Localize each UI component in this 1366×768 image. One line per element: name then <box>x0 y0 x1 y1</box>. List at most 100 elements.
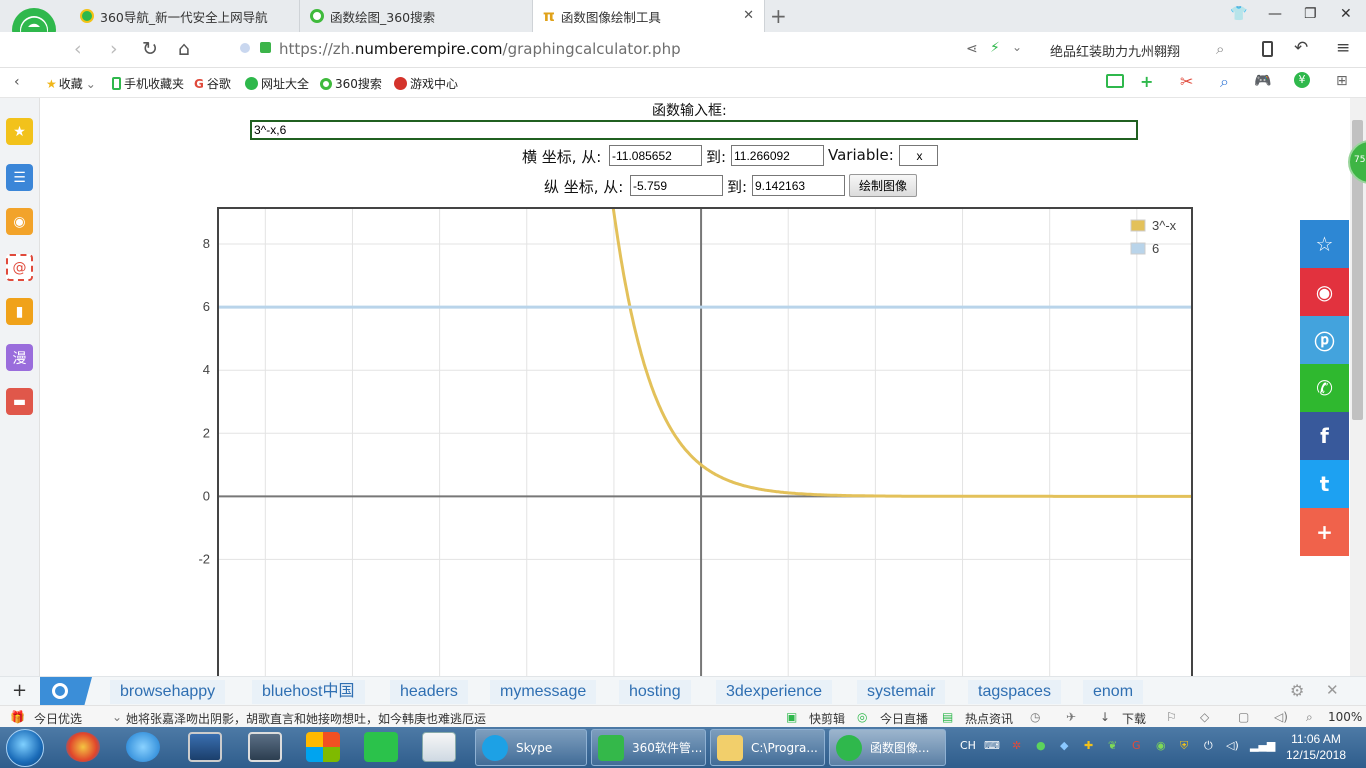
quick-link[interactable]: browsehappy <box>110 680 226 704</box>
share-favorite-button[interactable]: ☆ <box>1300 220 1349 268</box>
tab-close-icon[interactable]: ✕ <box>743 8 754 23</box>
mail-icon[interactable]: @ <box>6 254 33 281</box>
x-from-input[interactable] <box>609 145 702 166</box>
bookmark-mobile[interactable]: 手机收藏夹 <box>112 75 184 92</box>
leaf-icon[interactable]: ❦ <box>1108 739 1117 752</box>
app-icon-colorful[interactable] <box>66 732 100 762</box>
chevron-down-icon[interactable]: ⌄ <box>1012 40 1022 54</box>
window-icon[interactable]: ▢ <box>1238 710 1249 724</box>
bookmark-360-search[interactable]: 360搜索 <box>320 75 382 92</box>
ie-icon[interactable] <box>126 732 160 762</box>
url-field[interactable]: https://zh.numberempire.com/graphingcalc… <box>279 40 681 58</box>
status-item-download[interactable]: 下载 <box>1122 710 1146 727</box>
page-scrollbar[interactable] <box>1350 98 1366 676</box>
apps-grid-icon[interactable]: ⊞ <box>1336 73 1348 89</box>
quick-link[interactable]: 3dexperience <box>716 680 833 704</box>
tab-360-search[interactable]: 函数绘图_360搜索 <box>300 0 533 32</box>
shield-tray-icon[interactable]: ⛨ <box>1180 739 1188 753</box>
menu-icon[interactable]: ≡ <box>1336 38 1350 58</box>
quick-link[interactable]: hosting <box>619 680 691 704</box>
minimize-button[interactable]: — <box>1268 6 1282 22</box>
sidebar-toggle-icon[interactable]: ‹ <box>14 74 20 90</box>
power-icon[interactable]: ⏻ <box>1204 739 1213 753</box>
tab-360-nav[interactable]: 360导航_新一代安全上网导航 <box>70 0 300 32</box>
speed-icon[interactable]: ◷ <box>1030 710 1040 724</box>
quick-link[interactable]: bluehost中国 <box>252 680 365 704</box>
weibo-icon[interactable]: ◉ <box>6 208 33 235</box>
quick-link[interactable]: enom <box>1083 680 1144 704</box>
gear-tray-icon[interactable]: ✲ <box>1012 739 1021 752</box>
settings-gear-icon[interactable]: ⚙ <box>1290 681 1304 700</box>
taskbar-360-software[interactable]: 360软件管... <box>591 729 706 766</box>
novel-book-icon[interactable]: ▮ <box>6 298 33 325</box>
add-extension-icon[interactable]: + <box>1140 72 1153 91</box>
gamepad-icon[interactable]: 🎮 <box>1254 73 1271 89</box>
new-tab-button[interactable]: + <box>770 4 787 28</box>
flag-icon[interactable]: ⚐ <box>1166 710 1177 724</box>
home-icon[interactable]: ⌂ <box>178 38 190 60</box>
daily-picks-link[interactable]: 今日优选 <box>34 710 82 727</box>
quick-link[interactable]: headers <box>390 680 468 704</box>
close-icon[interactable]: ✕ <box>1326 681 1339 699</box>
variable-input[interactable] <box>899 145 938 166</box>
share-wechat-button[interactable]: ✆ <box>1300 364 1349 412</box>
g-tray-icon[interactable]: G <box>1132 739 1141 752</box>
bookmark-sites[interactable]: 网址大全 <box>245 75 309 92</box>
status-item-live[interactable]: 今日直播 <box>880 710 928 727</box>
scissors-icon[interactable]: ✂ <box>1180 72 1193 91</box>
reload-icon[interactable]: ↻ <box>142 38 158 60</box>
function-input[interactable] <box>250 120 1138 140</box>
back-arrow-icon[interactable]: ‹ <box>74 38 82 60</box>
volume-icon[interactable]: ◁) <box>1274 710 1288 724</box>
desktop-icon[interactable] <box>188 732 222 762</box>
add-link-icon[interactable]: + <box>12 680 27 701</box>
eraser-icon[interactable]: ◇ <box>1200 710 1209 724</box>
game-controller-icon[interactable]: ▬ <box>6 388 33 415</box>
share-facebook-button[interactable]: f <box>1300 412 1349 460</box>
lightning-icon[interactable]: ⚡ <box>990 40 1000 56</box>
forward-arrow-icon[interactable]: › <box>110 38 118 60</box>
zoom-level[interactable]: 100% <box>1328 710 1362 724</box>
quick-search-button[interactable] <box>40 677 92 706</box>
tab-graphing-tool[interactable]: π 函数图像绘制工具 ✕ <box>533 0 765 32</box>
x-to-input[interactable] <box>731 145 824 166</box>
favorites-star-icon[interactable]: ★ <box>6 118 33 145</box>
quick-link[interactable]: tagspaces <box>968 680 1061 704</box>
computer-management-icon[interactable] <box>248 732 282 762</box>
news-ticker[interactable]: 她将张嘉泽吻出阴影，胡歌直言和她接吻想吐，如今韩庚也难逃厄运 <box>126 710 486 727</box>
signal-icon[interactable]: ▂▄▆ <box>1250 739 1275 752</box>
taskbar-360-browser[interactable]: 函数图像... <box>829 729 946 766</box>
volume-tray-icon[interactable]: ◁) <box>1226 739 1239 752</box>
share-weibo-button[interactable]: ◉ <box>1300 268 1349 316</box>
iqiyi-icon[interactable] <box>364 732 398 762</box>
close-window-button[interactable]: ✕ <box>1340 6 1352 22</box>
status-item-clip[interactable]: 快剪辑 <box>809 710 845 727</box>
y-from-input[interactable] <box>630 175 723 196</box>
bookmark-favorites[interactable]: ★ 收藏 ⌄ <box>46 75 96 92</box>
share-more-button[interactable]: + <box>1300 508 1349 556</box>
system-clock[interactable]: 11:06 AM 12/15/2018 <box>1276 731 1356 763</box>
windows-store-icon[interactable] <box>306 732 340 762</box>
taskbar-skype[interactable]: Skype <box>475 729 587 766</box>
news-list-icon[interactable]: ☰ <box>6 164 33 191</box>
search-suggestion[interactable]: 绝品红装助力九州翱翔 <box>1050 41 1180 60</box>
zoom-icon[interactable]: ⌕ <box>1306 710 1313 725</box>
bookmark-games[interactable]: 游戏中心 <box>394 75 458 92</box>
wifi-tray-icon[interactable]: ◉ <box>1156 739 1166 752</box>
360-tray-icon[interactable]: ● <box>1036 739 1046 752</box>
pin-icon[interactable]: ✈ <box>1066 710 1076 724</box>
input-language[interactable]: CH <box>960 739 976 752</box>
shirt-skin-icon[interactable]: 👕 <box>1230 6 1247 22</box>
bookmark-google[interactable]: G 谷歌 <box>194 75 231 92</box>
book-icon[interactable] <box>1106 74 1124 88</box>
share-tencent-button[interactable]: ⓟ <box>1300 316 1349 364</box>
start-button[interactable] <box>6 729 44 767</box>
quick-link[interactable]: systemair <box>857 680 946 704</box>
quick-link[interactable]: mymessage <box>490 680 597 704</box>
phone-icon[interactable] <box>1262 41 1273 57</box>
status-item-news[interactable]: 热点资讯 <box>965 710 1013 727</box>
network-shield-icon[interactable]: ◆ <box>1060 739 1068 752</box>
share-twitter-button[interactable]: t <box>1300 460 1349 508</box>
360-safe-icon[interactable]: ✚ <box>1084 739 1093 752</box>
share-icon[interactable]: ⋖ <box>966 41 978 57</box>
